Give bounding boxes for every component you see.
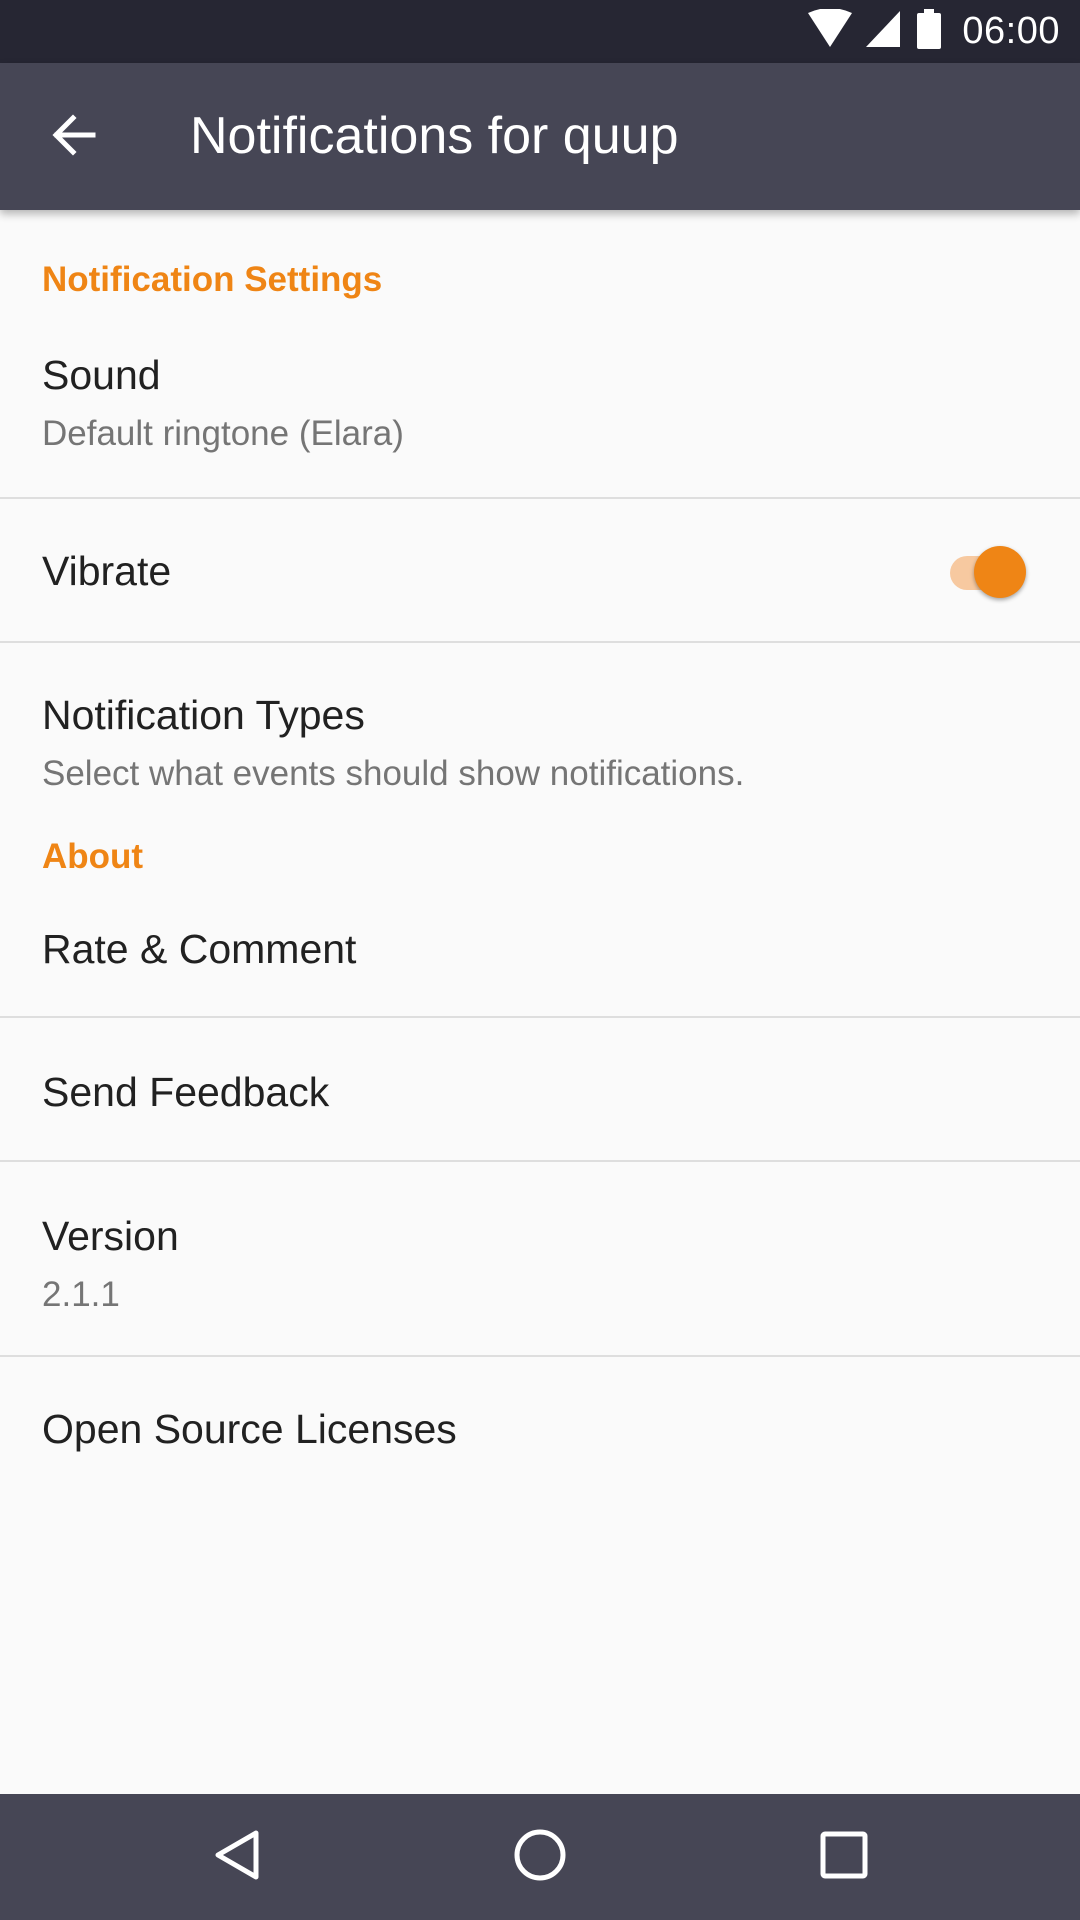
- pref-title: Open Source Licenses: [42, 1406, 457, 1452]
- app-bar: Notifications for quup: [0, 63, 1080, 210]
- pref-sound[interactable]: Sound Default ringtone (Elara): [0, 305, 1080, 499]
- page-title: Notifications for quup: [190, 107, 679, 165]
- pref-title: Rate & Comment: [42, 926, 357, 972]
- nav-recents-button[interactable]: [799, 1812, 889, 1902]
- navigation-bar: [0, 1794, 1080, 1920]
- pref-title: Notification Types: [42, 692, 365, 738]
- status-time: 06:00: [962, 10, 1060, 52]
- status-icons: 06:00: [806, 0, 1060, 63]
- toggle-thumb: [974, 546, 1026, 598]
- status-bar: 06:00: [0, 0, 1080, 63]
- pref-notification-types[interactable]: Notification Types Select what events sh…: [0, 643, 1080, 839]
- settings-list: Notification Settings Sound Default ring…: [0, 210, 1080, 1501]
- pref-title: Version: [42, 1213, 179, 1259]
- nav-back-button[interactable]: [191, 1812, 281, 1902]
- section-header-label: About: [42, 837, 144, 876]
- pref-vibrate[interactable]: Vibrate: [0, 499, 1080, 643]
- pref-send-feedback[interactable]: Send Feedback: [0, 1018, 1080, 1162]
- pref-title: Sound: [42, 352, 161, 398]
- battery-icon: [916, 9, 942, 54]
- nav-home-button[interactable]: [495, 1812, 585, 1902]
- pref-open-source-licenses[interactable]: Open Source Licenses: [0, 1357, 1080, 1501]
- back-button[interactable]: [30, 93, 118, 181]
- arrow-back-icon: [49, 110, 99, 165]
- cell-signal-icon: [864, 9, 902, 54]
- section-header-label: Notification Settings: [42, 260, 383, 299]
- pref-version[interactable]: Version 2.1.1: [0, 1162, 1080, 1357]
- wifi-icon: [806, 8, 854, 54]
- nav-recents-icon: [816, 1827, 872, 1888]
- section-header-about: About: [0, 839, 1080, 915]
- nav-back-icon: [208, 1827, 264, 1888]
- pref-title: Vibrate: [42, 548, 172, 594]
- pref-summary: Default ringtone (Elara): [42, 414, 404, 453]
- pref-summary: 2.1.1: [42, 1275, 120, 1314]
- pref-title: Send Feedback: [42, 1069, 330, 1115]
- vibrate-toggle[interactable]: [946, 542, 1030, 598]
- pref-summary: Select what events should show notificat…: [42, 754, 745, 793]
- section-header-notification-settings: Notification Settings: [0, 210, 1080, 305]
- nav-home-icon: [512, 1827, 568, 1888]
- pref-rate-comment[interactable]: Rate & Comment: [0, 915, 1080, 1018]
